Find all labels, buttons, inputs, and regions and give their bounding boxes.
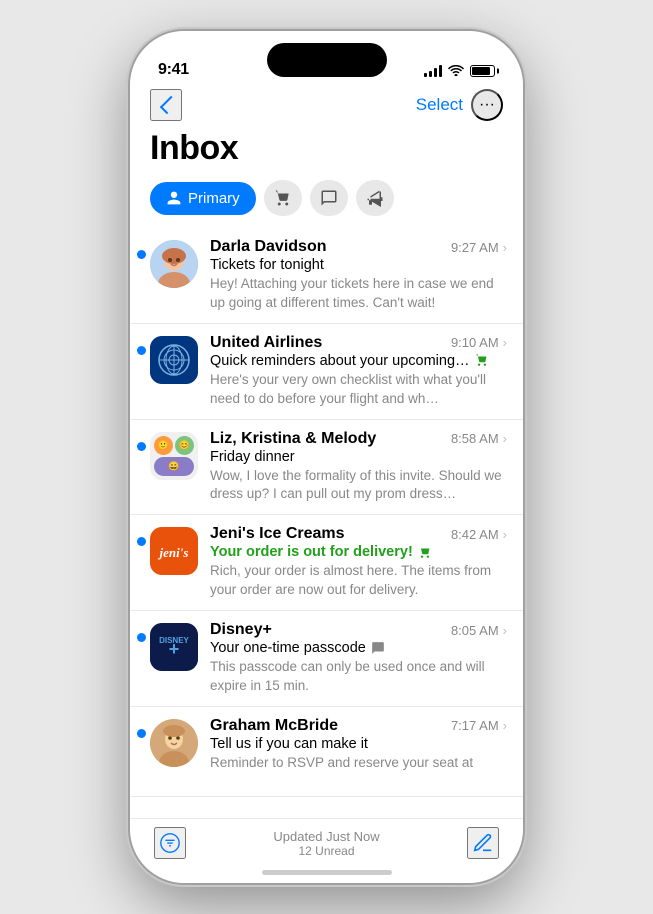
shopping-badge-2 bbox=[475, 353, 489, 370]
status-time: 9:41 bbox=[158, 61, 189, 79]
email-time-5: 8:05 AM bbox=[451, 623, 499, 638]
email-item-4[interactable]: jeni's Jeni's Ice Creams 8:42 AM › Your … bbox=[130, 515, 523, 611]
avatar-darla bbox=[150, 240, 198, 288]
person-icon bbox=[166, 190, 182, 206]
email-time-1: 9:27 AM bbox=[451, 240, 499, 255]
unread-dot-1 bbox=[137, 250, 146, 259]
page-title: Inbox bbox=[130, 129, 523, 180]
email-sender-2: United Airlines bbox=[210, 334, 322, 352]
email-list: Darla Davidson 9:27 AM › Tickets for ton… bbox=[130, 228, 523, 818]
signal-bars-icon bbox=[424, 65, 442, 77]
email-subject-2: Quick reminders about your upcoming… bbox=[210, 353, 470, 369]
avatar-united bbox=[150, 336, 198, 384]
email-item-6[interactable]: Graham McBride 7:17 AM › Tell us if you … bbox=[130, 707, 523, 797]
email-time-2: 9:10 AM bbox=[451, 335, 499, 350]
email-subject-6: Tell us if you can make it bbox=[210, 736, 368, 752]
email-chevron-4: › bbox=[503, 527, 507, 542]
chat-badge-5 bbox=[371, 641, 385, 658]
email-preview-4: Rich, your order is almost here. The ite… bbox=[210, 562, 507, 600]
email-preview-6: Reminder to RSVP and reserve your seat a… bbox=[210, 754, 507, 773]
email-subject-4: Your order is out for delivery! bbox=[210, 544, 413, 560]
email-content-5: Disney+ 8:05 AM › Your one-time passcode… bbox=[210, 621, 507, 696]
back-button[interactable] bbox=[150, 89, 182, 121]
wifi-icon bbox=[448, 63, 464, 79]
email-chevron-2: › bbox=[503, 335, 507, 350]
battery-icon bbox=[470, 65, 495, 77]
unread-dot-3 bbox=[137, 442, 146, 451]
status-icons bbox=[424, 63, 495, 79]
email-item-1[interactable]: Darla Davidson 9:27 AM › Tickets for ton… bbox=[130, 228, 523, 324]
unread-dot-4 bbox=[137, 537, 146, 546]
tab-promotions[interactable] bbox=[356, 180, 394, 216]
email-chevron-1: › bbox=[503, 240, 507, 255]
compose-button[interactable] bbox=[467, 827, 499, 859]
email-time-6: 7:17 AM bbox=[451, 718, 499, 733]
compose-icon bbox=[472, 832, 494, 854]
email-preview-3: Wow, I love the formality of this invite… bbox=[210, 467, 507, 505]
email-sender-4: Jeni's Ice Creams bbox=[210, 525, 345, 543]
nav-actions: Select ··· bbox=[416, 89, 503, 121]
avatar-group: 🙂 😊 😄 bbox=[150, 432, 198, 480]
email-chevron-5: › bbox=[503, 623, 507, 638]
email-item-3[interactable]: 🙂 😊 😄 Liz, Kristina & Melody 8:58 AM › bbox=[130, 420, 523, 516]
tab-primary[interactable]: Primary bbox=[150, 182, 256, 215]
shopping-badge-4 bbox=[418, 545, 432, 562]
email-preview-2: Here's your very own checklist with what… bbox=[210, 371, 507, 409]
email-preview-1: Hey! Attaching your tickets here in case… bbox=[210, 275, 507, 313]
filter-tabs: Primary bbox=[130, 180, 523, 228]
email-content-4: Jeni's Ice Creams 8:42 AM › Your order i… bbox=[210, 525, 507, 600]
email-sender-6: Graham McBride bbox=[210, 717, 338, 735]
phone-frame: 9:41 bbox=[130, 31, 523, 883]
cart-icon bbox=[274, 189, 292, 207]
email-content-3: Liz, Kristina & Melody 8:58 AM › Friday … bbox=[210, 430, 507, 505]
more-button[interactable]: ··· bbox=[471, 89, 503, 121]
status-unread: 12 Unread bbox=[186, 844, 467, 858]
svg-text:jeni's: jeni's bbox=[158, 545, 189, 560]
status-text: Updated Just Now bbox=[186, 829, 467, 844]
avatar-jenis: jeni's bbox=[150, 527, 198, 575]
email-subject-3: Friday dinner bbox=[210, 449, 295, 465]
email-sender-5: Disney+ bbox=[210, 621, 272, 639]
megaphone-icon bbox=[366, 189, 384, 207]
email-chevron-6: › bbox=[503, 718, 507, 733]
avatar-graham bbox=[150, 719, 198, 767]
unread-dot-5 bbox=[137, 633, 146, 642]
nav-header: Select ··· bbox=[130, 85, 523, 129]
email-item-5[interactable]: DISNEY + Disney+ 8:05 AM › Your one-time… bbox=[130, 611, 523, 707]
screen: 9:41 bbox=[130, 31, 523, 883]
email-content-2: United Airlines 9:10 AM › Quick reminder… bbox=[210, 334, 507, 409]
avatar-disney: DISNEY + bbox=[150, 623, 198, 671]
email-chevron-3: › bbox=[503, 431, 507, 446]
home-indicator bbox=[262, 870, 392, 875]
email-time-4: 8:42 AM bbox=[451, 527, 499, 542]
email-item-2[interactable]: United Airlines 9:10 AM › Quick reminder… bbox=[130, 324, 523, 420]
dynamic-island bbox=[267, 43, 387, 77]
tab-social[interactable] bbox=[310, 180, 348, 216]
select-button[interactable]: Select bbox=[416, 95, 463, 115]
email-subject-5: Your one-time passcode bbox=[210, 640, 366, 656]
unread-dot-2 bbox=[137, 346, 146, 355]
svg-text:+: + bbox=[169, 639, 180, 659]
tab-primary-label: Primary bbox=[188, 190, 240, 207]
email-content-6: Graham McBride 7:17 AM › Tell us if you … bbox=[210, 717, 507, 773]
email-time-3: 8:58 AM bbox=[451, 431, 499, 446]
filter-icon bbox=[159, 832, 181, 854]
email-preview-5: This passcode can only be used once and … bbox=[210, 658, 507, 696]
bottom-status: Updated Just Now 12 Unread bbox=[186, 829, 467, 858]
filter-button[interactable] bbox=[154, 827, 186, 859]
tab-shopping[interactable] bbox=[264, 180, 302, 216]
email-sender-1: Darla Davidson bbox=[210, 238, 326, 256]
email-subject-1: Tickets for tonight bbox=[210, 257, 324, 273]
email-content-1: Darla Davidson 9:27 AM › Tickets for ton… bbox=[210, 238, 507, 313]
back-chevron-icon bbox=[160, 96, 178, 114]
email-sender-3: Liz, Kristina & Melody bbox=[210, 430, 376, 448]
unread-dot-6 bbox=[137, 729, 146, 738]
message-icon bbox=[320, 189, 338, 207]
